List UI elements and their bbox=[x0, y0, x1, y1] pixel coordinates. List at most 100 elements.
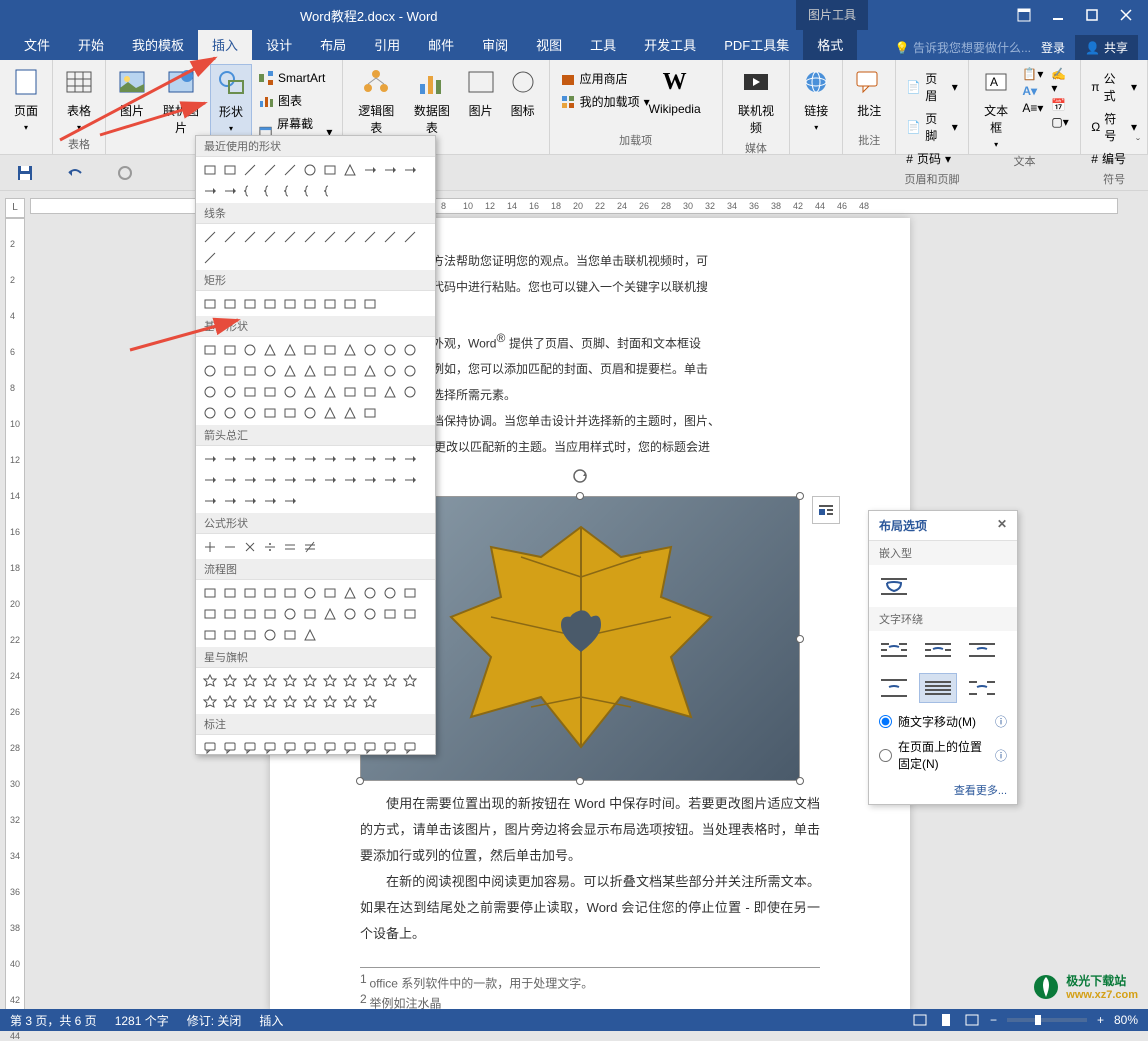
shape-item[interactable] bbox=[361, 470, 380, 489]
shape-item[interactable] bbox=[241, 537, 260, 556]
shape-item[interactable] bbox=[241, 692, 260, 711]
shape-item[interactable] bbox=[281, 294, 300, 313]
shape-item[interactable] bbox=[241, 382, 260, 401]
shape-item[interactable] bbox=[201, 583, 220, 602]
shape-item[interactable] bbox=[241, 361, 260, 380]
picture-button[interactable]: 图片 bbox=[112, 64, 152, 151]
wordart-button[interactable]: A▾ bbox=[1019, 83, 1046, 99]
zoom-out-button[interactable]: − bbox=[990, 1013, 997, 1027]
shape-item[interactable] bbox=[221, 491, 240, 510]
shape-item[interactable] bbox=[321, 604, 340, 623]
shape-item[interactable] bbox=[281, 227, 300, 246]
icon-button[interactable]: 图标 bbox=[503, 64, 543, 138]
shape-item[interactable] bbox=[341, 361, 360, 380]
shape-item[interactable] bbox=[321, 671, 340, 690]
shape-item[interactable] bbox=[221, 181, 240, 200]
shape-item[interactable] bbox=[401, 738, 420, 755]
shape-item[interactable] bbox=[361, 449, 380, 468]
shape-item[interactable] bbox=[281, 625, 300, 644]
resize-handle[interactable] bbox=[356, 777, 364, 785]
shape-item[interactable] bbox=[201, 470, 220, 489]
shape-item[interactable] bbox=[341, 403, 360, 422]
radio-move-with-text[interactable]: 随文字移动(M) ⓘ bbox=[869, 709, 1017, 734]
shape-item[interactable] bbox=[201, 625, 220, 644]
equation-button[interactable]: π 公式 ▾ bbox=[1087, 68, 1141, 106]
shape-item[interactable] bbox=[341, 738, 360, 755]
shape-item[interactable] bbox=[341, 671, 360, 690]
shape-item[interactable] bbox=[381, 382, 400, 401]
chart-button[interactable]: 图表 bbox=[254, 90, 336, 111]
collapse-ribbon-icon[interactable]: ˇ bbox=[1136, 136, 1140, 150]
shape-item[interactable] bbox=[321, 583, 340, 602]
shape-item[interactable] bbox=[361, 294, 380, 313]
tab-references[interactable]: 引用 bbox=[360, 29, 414, 60]
shape-item[interactable] bbox=[321, 449, 340, 468]
shape-item[interactable] bbox=[321, 403, 340, 422]
shape-item[interactable] bbox=[341, 227, 360, 246]
close-panel-icon[interactable]: ✕ bbox=[997, 517, 1007, 534]
shape-item[interactable] bbox=[301, 671, 320, 690]
shape-item[interactable] bbox=[381, 340, 400, 359]
tab-developer[interactable]: 开发工具 bbox=[630, 29, 710, 60]
shape-item[interactable] bbox=[301, 227, 320, 246]
shape-item[interactable] bbox=[381, 160, 400, 179]
shape-item[interactable] bbox=[381, 470, 400, 489]
redo-icon[interactable] bbox=[115, 163, 135, 183]
shape-item[interactable] bbox=[221, 160, 240, 179]
undo-icon[interactable] bbox=[65, 163, 85, 183]
word-count[interactable]: 1281 个字 bbox=[115, 1012, 169, 1029]
shape-item[interactable] bbox=[201, 181, 220, 200]
picture2-button[interactable]: 图片 bbox=[461, 64, 501, 138]
shape-item[interactable] bbox=[221, 294, 240, 313]
object-button[interactable]: ▢▾ bbox=[1048, 114, 1074, 130]
shape-item[interactable] bbox=[281, 537, 300, 556]
shape-item[interactable] bbox=[241, 470, 260, 489]
zoom-in-button[interactable]: + bbox=[1097, 1013, 1104, 1027]
shape-item[interactable] bbox=[381, 738, 400, 755]
shape-item[interactable] bbox=[381, 449, 400, 468]
shape-item[interactable] bbox=[281, 692, 300, 711]
shape-item[interactable] bbox=[361, 382, 380, 401]
minimize-icon[interactable] bbox=[1051, 8, 1065, 22]
layout-options-icon[interactable] bbox=[812, 496, 840, 524]
shape-item[interactable] bbox=[261, 340, 280, 359]
shape-item[interactable] bbox=[301, 583, 320, 602]
layout-opt-behind[interactable] bbox=[919, 673, 957, 703]
shape-item[interactable] bbox=[221, 227, 240, 246]
shape-item[interactable] bbox=[321, 382, 340, 401]
shape-item[interactable] bbox=[241, 227, 260, 246]
shape-item[interactable] bbox=[261, 491, 280, 510]
shape-item[interactable] bbox=[261, 449, 280, 468]
comment-button[interactable]: 批注 bbox=[849, 64, 889, 121]
shape-item[interactable] bbox=[241, 160, 260, 179]
layout-opt-inline[interactable] bbox=[875, 571, 913, 601]
layout-opt-square[interactable] bbox=[875, 637, 913, 667]
shape-item[interactable] bbox=[221, 340, 240, 359]
resize-handle[interactable] bbox=[576, 777, 584, 785]
shape-item[interactable] bbox=[221, 692, 240, 711]
shape-item[interactable] bbox=[281, 181, 300, 200]
shape-item[interactable] bbox=[201, 382, 220, 401]
pagenum-button[interactable]: # 页码 ▾ bbox=[902, 148, 962, 169]
vertical-ruler[interactable]: 2246810121416182022242628303234363840424… bbox=[5, 218, 25, 1011]
revision-status[interactable]: 修订: 关闭 bbox=[187, 1012, 242, 1029]
radio-fixed-position[interactable]: 在页面上的位置固定(N) ⓘ bbox=[869, 734, 1017, 776]
shape-item[interactable] bbox=[381, 604, 400, 623]
shape-item[interactable] bbox=[261, 692, 280, 711]
shape-item[interactable] bbox=[281, 382, 300, 401]
shape-item[interactable] bbox=[201, 671, 220, 690]
shape-item[interactable] bbox=[221, 382, 240, 401]
shape-item[interactable] bbox=[381, 361, 400, 380]
shape-item[interactable] bbox=[261, 294, 280, 313]
rotate-handle-icon[interactable] bbox=[572, 468, 588, 484]
login-link[interactable]: 登录 bbox=[1041, 39, 1065, 56]
smartart-button[interactable]: SmartArt bbox=[254, 68, 336, 88]
shape-item[interactable] bbox=[301, 604, 320, 623]
close-icon[interactable] bbox=[1119, 8, 1133, 22]
see-more-link[interactable]: 查看更多... bbox=[869, 776, 1017, 804]
web-layout-icon[interactable] bbox=[964, 1012, 980, 1028]
wikipedia-button[interactable]: W Wikipedia bbox=[645, 64, 705, 118]
shape-item[interactable] bbox=[401, 671, 420, 690]
shape-item[interactable] bbox=[281, 340, 300, 359]
shape-item[interactable] bbox=[321, 340, 340, 359]
